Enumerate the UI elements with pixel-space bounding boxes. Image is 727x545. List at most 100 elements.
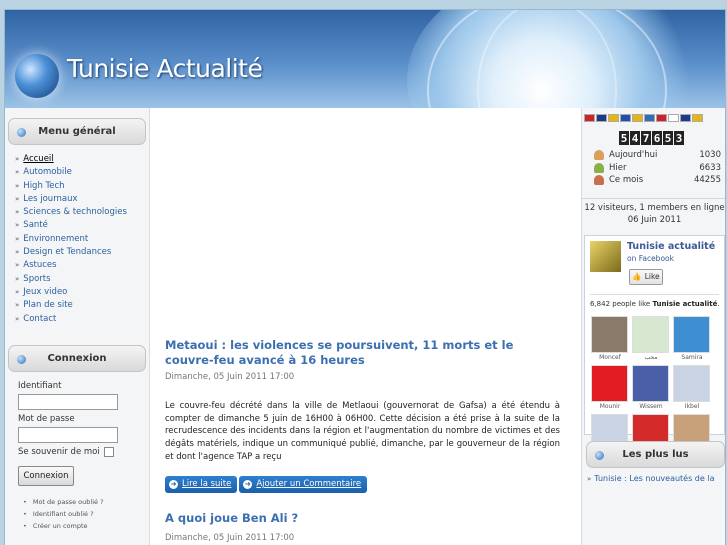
remember-label: Se souvenir de moi xyxy=(18,446,100,457)
menu-item-journaux[interactable]: » Les journaux xyxy=(15,193,149,206)
language-flag-icon[interactable] xyxy=(692,114,703,122)
menu-item-accueil[interactable]: » Accueil xyxy=(15,153,149,166)
forgot-username-link[interactable]: Identifiant oublié ? xyxy=(23,508,149,520)
add-comment-button[interactable]: ➜ Ajouter un Commentaire xyxy=(239,475,368,493)
fan-avatar[interactable] xyxy=(673,364,710,402)
fb-page-name[interactable]: Tunisie actualité xyxy=(627,241,715,252)
password-label: Mot de passe xyxy=(18,413,75,424)
double-arrow-icon: » xyxy=(15,194,20,203)
menu-item-design[interactable]: » Design et Tendances xyxy=(15,246,149,259)
login-title: Connexion xyxy=(47,352,107,364)
counter-digit: 5 xyxy=(619,131,629,145)
fan-avatar[interactable] xyxy=(632,364,669,402)
language-flag-icon[interactable] xyxy=(608,114,619,122)
counter-digit: 4 xyxy=(630,131,640,145)
fan-face[interactable]: Ikbel xyxy=(673,364,711,412)
menu-item-contact[interactable]: » Contact xyxy=(15,313,149,326)
logo-globe-icon[interactable] xyxy=(15,54,59,98)
fb-like-count: 6,842 people like Tunisie actualité. xyxy=(590,299,720,308)
fan-name[interactable]: Wissem xyxy=(632,402,670,412)
language-flag-icon[interactable] xyxy=(656,114,667,122)
language-flag-icon[interactable] xyxy=(584,114,595,122)
fan-name[interactable]: Mounir xyxy=(591,402,629,412)
page-avatar[interactable] xyxy=(590,240,621,272)
menu-item-sports[interactable]: » Sports xyxy=(15,273,149,286)
counter-digit: 3 xyxy=(674,131,684,145)
fb-like-label[interactable]: Like xyxy=(645,272,660,281)
user-icon xyxy=(594,175,604,186)
double-arrow-icon: » xyxy=(587,474,592,483)
language-flag-icon[interactable] xyxy=(680,114,691,122)
double-arrow-icon: » xyxy=(15,168,20,177)
online-visitors: 12 visiteurs, 1 members en ligne 06 Juin… xyxy=(582,197,725,226)
double-arrow-icon: » xyxy=(15,248,20,257)
menu-item-plan-de-site[interactable]: » Plan de site xyxy=(15,299,149,312)
forgot-password-link[interactable]: Mot de passe oublié ? xyxy=(23,496,149,508)
double-arrow-icon: » xyxy=(15,274,20,283)
fan-face[interactable]: Mounir xyxy=(591,364,629,412)
stat-value: 1030 xyxy=(699,150,721,161)
user-icon xyxy=(594,150,604,161)
fan-avatar[interactable] xyxy=(673,315,710,353)
arrow-right-icon: ➜ xyxy=(243,479,253,489)
menu-item-sante[interactable]: » Santé xyxy=(15,219,149,232)
language-flags xyxy=(584,114,725,122)
create-account-link[interactable]: Créer un compte xyxy=(23,520,149,532)
username-input[interactable] xyxy=(18,393,118,410)
article-body: Le couvre-feu décrété dans la ville de M… xyxy=(165,401,560,462)
menu-item-environnement[interactable]: » Environnement xyxy=(15,233,149,246)
login-links: Mot de passe oublié ? Identifiant oublié… xyxy=(23,496,149,532)
double-arrow-icon: » xyxy=(15,301,20,310)
fan-name[interactable]: محب xyxy=(632,353,670,363)
fan-avatar[interactable] xyxy=(591,315,628,353)
most-read-item[interactable]: » Tunisie : Les nouveautés de la xyxy=(587,474,725,483)
site-title[interactable]: Tunisie Actualité xyxy=(67,54,263,83)
fan-avatar[interactable] xyxy=(632,315,669,353)
ad-space xyxy=(165,108,560,338)
fan-face[interactable]: Samira xyxy=(673,315,711,363)
fan-name[interactable]: Samira xyxy=(673,353,711,363)
counter-digit: 7 xyxy=(641,131,651,145)
fan-face[interactable]: Moncef xyxy=(591,315,629,363)
language-flag-icon[interactable] xyxy=(644,114,655,122)
double-arrow-icon: » xyxy=(15,155,20,163)
visitors-text: 12 visiteurs, 1 members en ligne xyxy=(584,202,725,213)
fan-name[interactable]: Moncef xyxy=(591,353,629,363)
language-flag-icon[interactable] xyxy=(620,114,631,122)
double-arrow-icon: » xyxy=(15,234,20,243)
fb-on-facebook[interactable]: on Facebook xyxy=(627,254,674,263)
fan-face[interactable]: Wissem xyxy=(632,364,670,412)
double-arrow-icon: » xyxy=(15,221,20,230)
language-flag-icon[interactable] xyxy=(668,114,679,122)
article: Metaoui : les violences se poursuivent, … xyxy=(165,338,560,493)
password-input[interactable] xyxy=(18,426,118,443)
article-title[interactable]: Metaoui : les violences se poursuivent, … xyxy=(165,338,560,368)
language-flag-icon[interactable] xyxy=(632,114,643,122)
fan-avatar[interactable] xyxy=(591,364,628,402)
fan-face[interactable]: محب xyxy=(632,315,670,363)
article-date: Dimanche, 05 Juin 2011 17:00 xyxy=(165,372,295,382)
facebook-like-box: Tunisie actualité on Facebook 👍 Like 6,8… xyxy=(584,234,725,459)
divider xyxy=(590,293,719,295)
main-content: Metaoui : les violences se poursuivent, … xyxy=(165,108,560,545)
menu-item-jeux-video[interactable]: » Jeux video xyxy=(15,286,149,299)
most-read-title: Les plus lus xyxy=(622,448,689,460)
username-label: Identifiant xyxy=(18,380,62,391)
double-arrow-icon: » xyxy=(15,181,20,190)
language-flag-icon[interactable] xyxy=(596,114,607,122)
article-title[interactable]: A quoi joue Ben Ali ? xyxy=(165,511,560,526)
menu-item-high-tech[interactable]: » High Tech xyxy=(15,180,149,193)
menu-item-automobile[interactable]: » Automobile xyxy=(15,166,149,179)
login-button[interactable]: Connexion xyxy=(18,465,74,486)
article: A quoi joue Ben Ali ? Dimanche, 05 Juin … xyxy=(165,511,560,543)
fan-name[interactable]: Ikbel xyxy=(673,402,711,412)
read-more-button[interactable]: ➜ Lire la suite xyxy=(165,475,238,493)
read-more-label[interactable]: Lire la suite xyxy=(182,479,231,489)
menu-item-astuces[interactable]: » Astuces xyxy=(15,259,149,272)
stat-value: 44255 xyxy=(693,175,721,186)
add-comment-label[interactable]: Ajouter un Commentaire xyxy=(256,479,361,489)
remember-checkbox[interactable] xyxy=(103,446,114,457)
fb-like-button[interactable]: 👍 Like xyxy=(629,268,663,285)
stat-label: Aujourd'hui xyxy=(609,150,658,161)
menu-item-sciences[interactable]: » Sciences & technologies xyxy=(15,206,149,219)
